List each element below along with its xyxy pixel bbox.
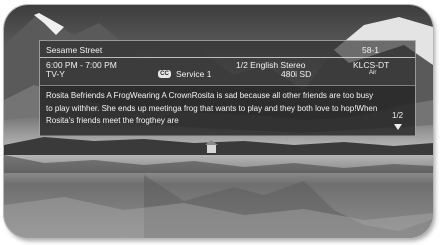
closed-captions-icon: CC: [158, 70, 171, 78]
program-title: Sesame Street: [46, 45, 103, 55]
program-description[interactable]: Rosita Befriends A FrogWearing A CrownRo…: [40, 85, 415, 136]
service-label: Service 1: [176, 69, 212, 79]
title-row: Sesame Street 58-1: [40, 43, 415, 58]
channel-number: 58-1: [362, 45, 380, 55]
tv-screen: Sesame Street 58-1 6:00 PM - 7:00 PM TV-…: [4, 5, 433, 238]
program-info-banner: Sesame Street 58-1 6:00 PM - 7:00 PM TV-…: [39, 40, 416, 136]
broadcast-type: Air: [369, 70, 377, 76]
triangle-down-icon[interactable]: [394, 124, 402, 130]
station-name: KLCS-DT: [353, 60, 390, 70]
description-page-indicator: 1/2: [392, 111, 404, 120]
program-rating: TV-Y: [46, 69, 65, 79]
resolution-label: 480i SD: [281, 69, 312, 79]
description-text: Rosita Befriends A FrogWearing A CrownRo…: [46, 91, 378, 125]
